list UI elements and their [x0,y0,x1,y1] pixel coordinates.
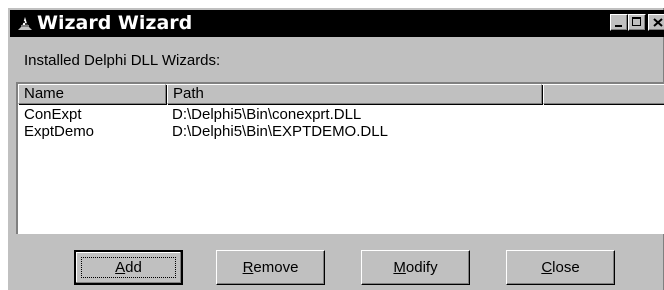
wizard-path: D:\Delphi5\Bin\conexprt.DLL [172,106,362,123]
wizard-list[interactable]: Name Path ConExpt D:\Delphi5\Bin\conexpr… [16,82,664,234]
add-button[interactable]: Add [74,250,183,285]
wizard-path: D:\Delphi5\Bin\EXPTDEMO.DLL [172,123,388,140]
focus-rectangle [81,257,176,278]
remove-button[interactable]: Remove [216,250,325,285]
list-heading: Installed Delphi DLL Wizards: [24,52,221,69]
wizard-hat-icon [16,15,34,33]
remove-label: emove [253,259,299,276]
modify-label: odify [405,259,438,276]
maximize-icon[interactable] [628,14,646,31]
column-header-path[interactable]: Path [167,84,542,104]
close-button[interactable]: Close [506,250,615,285]
modify-button[interactable]: Modify [361,250,470,285]
minimize-icon[interactable] [610,14,628,31]
list-header: Name Path [18,84,664,104]
wizard-name: ExptDemo [24,123,95,140]
close-mnemonic: C [541,259,553,276]
list-item[interactable]: ConExpt D:\Delphi5\Bin\conexprt.DLL [18,106,664,123]
column-header-empty[interactable] [543,84,664,104]
list-item[interactable]: ExptDemo D:\Delphi5\Bin\EXPTDEMO.DLL [18,123,664,140]
remove-mnemonic: R [242,259,254,276]
column-header-name[interactable]: Name [18,84,166,104]
wizard-name: ConExpt [24,106,82,123]
close-icon[interactable] [648,14,664,31]
close-label: lose [552,259,580,276]
window-title: Wizard Wizard [37,12,193,34]
title-bar[interactable]: Wizard Wizard [10,10,664,37]
modify-mnemonic: M [393,259,406,276]
wizard-window: Wizard Wizard Installed Delphi DLL Wizar… [6,6,664,290]
